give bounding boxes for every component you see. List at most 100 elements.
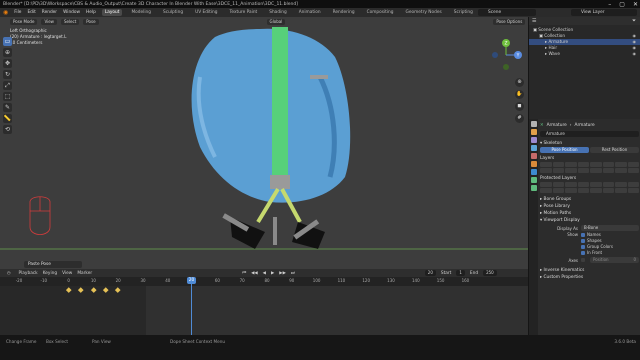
output-tab-icon[interactable] — [530, 137, 537, 143]
layer-toggle[interactable] — [602, 168, 614, 173]
menu-render[interactable]: Render — [42, 10, 57, 15]
show-in-front-checkbox[interactable]: In Front — [581, 250, 613, 256]
axes-checkbox[interactable] — [581, 258, 585, 262]
maximize-icon[interactable]: ▢ — [619, 1, 625, 8]
layer-toggle[interactable] — [565, 188, 577, 193]
workspace-tab-shading[interactable]: Shading — [266, 9, 289, 16]
protected-layers-grid[interactable] — [540, 182, 639, 193]
timeline-editor[interactable]: ◷ Playback Keying View Marker ⏮ ◀◀ ◀ ▶ ▶… — [0, 269, 528, 335]
bone-groups-panel[interactable]: ▸ Bone Groups — [540, 196, 639, 203]
layer-toggle[interactable] — [552, 188, 564, 193]
move-tool-icon[interactable]: ✥ — [3, 59, 12, 68]
zoom-icon[interactable]: ⊕ — [515, 78, 524, 87]
tool-tab-icon[interactable] — [530, 121, 537, 127]
physics-tab-icon[interactable] — [530, 169, 537, 175]
layer-toggle[interactable] — [590, 182, 602, 187]
layer-toggle[interactable] — [577, 168, 589, 173]
measure-tool-icon[interactable]: 📏 — [3, 114, 12, 123]
workspace-tab-layout[interactable]: Layout — [101, 9, 123, 16]
layer-toggle[interactable] — [602, 188, 614, 193]
outliner[interactable]: ☰ ⏷ ▣ Scene Collection ▣ Collection ◉ ▸ Arm… — [528, 17, 640, 119]
layer-toggle[interactable] — [627, 168, 639, 173]
layer-toggle[interactable] — [615, 162, 627, 167]
motion-paths-panel[interactable]: ▸ Motion Paths — [540, 210, 639, 217]
keyframe-diamond[interactable] — [66, 287, 72, 293]
properties-editor[interactable]: ✕ Armature › Armature Armature ▾ Skeleto… — [528, 119, 640, 335]
layer-toggle[interactable] — [590, 162, 602, 167]
layer-toggle[interactable] — [590, 188, 602, 193]
menu-edit[interactable]: Edit — [27, 10, 35, 15]
layer-toggle[interactable] — [565, 168, 577, 173]
armature-name-field[interactable]: Armature — [540, 131, 639, 137]
pan-hand-icon[interactable]: ✋ — [515, 90, 524, 99]
display-as-dropdown[interactable]: B-Bone — [581, 225, 639, 231]
keyframe-diamond[interactable] — [115, 287, 121, 293]
inverse-kinematics-panel[interactable]: ▸ Inverse Kinematics — [540, 267, 639, 274]
workspace-tab-animation[interactable]: Animation — [296, 9, 324, 16]
select-box-tool-icon[interactable]: ▭ — [3, 37, 12, 46]
layer-toggle[interactable] — [627, 182, 639, 187]
playhead[interactable] — [191, 277, 192, 335]
scene-selector[interactable]: Scene — [478, 9, 536, 16]
layer-toggle[interactable] — [540, 182, 552, 187]
custom-properties-panel[interactable]: ▸ Custom Properties — [540, 274, 639, 281]
blender-logo-icon[interactable]: ◉ — [3, 9, 8, 16]
layer-toggle[interactable] — [565, 182, 577, 187]
viewport-display-panel[interactable]: ▾ Viewport Display — [540, 217, 639, 224]
view-layer-tab-icon[interactable] — [530, 145, 537, 151]
layer-toggle[interactable] — [602, 182, 614, 187]
pose-library-panel[interactable]: ▸ Pose Library — [540, 203, 639, 210]
visibility-eye-icon[interactable]: ◉ — [633, 51, 637, 57]
workspace-tab-geometry-nodes[interactable]: Geometry Nodes — [403, 9, 445, 16]
last-operation-panel[interactable]: Paste Pose — [24, 261, 82, 268]
layer-toggle[interactable] — [615, 188, 627, 193]
skeleton-panel-header[interactable]: ▾ Skeleton — [540, 140, 639, 147]
layer-toggle[interactable] — [627, 162, 639, 167]
workspace-tab-scripting[interactable]: Scripting — [451, 9, 476, 16]
rotate-tool-icon[interactable]: ↻ — [3, 70, 12, 79]
keyframe-diamond[interactable] — [90, 287, 96, 293]
layer-toggle[interactable] — [540, 168, 552, 173]
view-layer-selector[interactable]: View Layer — [571, 9, 637, 16]
layer-toggle[interactable] — [540, 188, 552, 193]
layer-toggle[interactable] — [565, 162, 577, 167]
workspace-tab-uv-editing[interactable]: UV Editing — [192, 9, 220, 16]
workspace-tab-compositing[interactable]: Compositing — [364, 9, 397, 16]
bone-tab-icon[interactable] — [530, 185, 537, 191]
current-frame-badge[interactable]: 20 — [187, 277, 196, 284]
outliner-row[interactable]: ▸ Wave ◉ — [529, 51, 640, 57]
cursor-tool-icon[interactable]: ⊕ — [3, 48, 12, 57]
layer-toggle[interactable] — [552, 168, 564, 173]
layer-toggle[interactable] — [540, 162, 552, 167]
filter-icon[interactable]: ⏷ — [632, 18, 636, 24]
minimize-icon[interactable]: – — [608, 1, 611, 8]
layer-toggle[interactable] — [577, 182, 589, 187]
axes-position-field[interactable]: Position 0 — [590, 257, 639, 263]
keyframe-diamond[interactable] — [78, 287, 84, 293]
workspace-tab-texture-paint[interactable]: Texture Paint — [227, 9, 261, 16]
layer-toggle[interactable] — [552, 182, 564, 187]
camera-icon[interactable]: ◼ — [515, 102, 524, 111]
object-tab-icon[interactable] — [530, 161, 537, 167]
layer-toggle[interactable] — [602, 162, 614, 167]
layer-toggle[interactable] — [627, 188, 639, 193]
navigation-gizmo[interactable]: Y Z — [488, 37, 524, 73]
grid-icon[interactable]: # — [515, 114, 524, 123]
workspace-tab-rendering[interactable]: Rendering — [330, 9, 358, 16]
layer-toggle[interactable] — [577, 188, 589, 193]
armature-data-tab-icon[interactable] — [530, 177, 537, 183]
workspace-tab-modeling[interactable]: Modeling — [128, 9, 154, 16]
menu-file[interactable]: File — [14, 10, 21, 15]
layer-toggle[interactable] — [577, 162, 589, 167]
layer-toggle[interactable] — [615, 182, 627, 187]
layers-grid[interactable] — [540, 162, 639, 173]
rest-position-button[interactable]: Rest Position — [590, 147, 639, 153]
keyframe-diamond[interactable] — [103, 287, 109, 293]
transform-tool-icon[interactable]: ⬚ — [3, 92, 12, 101]
render-tab-icon[interactable] — [530, 129, 537, 135]
layer-toggle[interactable] — [615, 168, 627, 173]
close-icon[interactable]: ✕ — [633, 1, 638, 8]
pose-position-button[interactable]: Pose Position — [540, 147, 589, 153]
layer-toggle[interactable] — [552, 162, 564, 167]
3d-viewport[interactable]: Pose Mode View Select Pose Global Pose O… — [0, 17, 528, 269]
